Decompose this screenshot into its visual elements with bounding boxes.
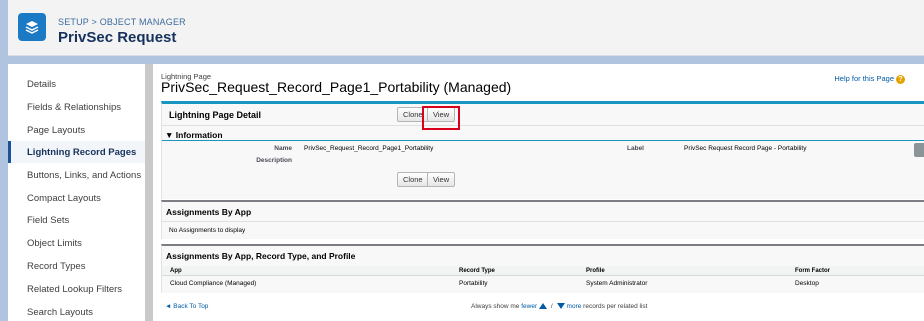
name-label: Name [274, 145, 292, 152]
setup-header: SETUP > OBJECT MANAGER PrivSec Request [8, 0, 924, 56]
information-divider [162, 140, 924, 141]
sidebar-item-object-limits[interactable]: Object Limits [8, 232, 145, 254]
help-link-label[interactable]: Help for this Page [834, 74, 894, 83]
section-divider [162, 221, 924, 222]
view-button-highlight [422, 106, 460, 130]
assignments-full-title: Assignments By App, Record Type, and Pro… [166, 251, 356, 261]
arrow-up-icon[interactable] [539, 303, 548, 310]
sidebar-item-fields-relationships[interactable]: Fields & Relationships [8, 96, 145, 118]
back-to-top-link[interactable]: ◄ Back To Top [165, 303, 208, 310]
object-title: PrivSec Request [58, 29, 177, 46]
back-arrow-icon: ◄ [165, 303, 174, 310]
page-title: PrivSec_Request_Record_Page1_Portability… [161, 79, 512, 95]
sidebar-item-related-lookup-filters[interactable]: Related Lookup Filters [8, 278, 145, 300]
description-label: Description [256, 157, 292, 164]
assignments-by-app-title: Assignments By App [166, 207, 252, 217]
assignments-full-section: Assignments By App, Record Type, and Pro… [161, 244, 924, 293]
detail-title: Lightning Page Detail [169, 110, 262, 120]
sidebar-item-field-sets[interactable]: Field Sets [8, 209, 145, 231]
column-header-app: App [170, 268, 182, 274]
sidebar-item-compact-layouts[interactable]: Compact Layouts [8, 187, 145, 209]
sidebar-item-search-layouts[interactable]: Search Layouts [8, 301, 145, 321]
layers-icon [18, 13, 46, 41]
arrow-down-icon[interactable] [556, 303, 565, 310]
column-header-profile: Profile [586, 268, 605, 274]
records-per-list-text: records per related list [583, 303, 648, 310]
cell-form-factor: Desktop [795, 280, 819, 287]
cell-app: Cloud Compliance (Managed) [170, 280, 257, 287]
column-header-record-type: Record Type [459, 268, 495, 274]
main-content: Lightning Page PrivSec_Request_Record_Pa… [153, 64, 924, 321]
sidebar-item-page-layouts[interactable]: Page Layouts [8, 119, 145, 141]
view-button-bottom[interactable]: View [427, 172, 456, 187]
detail-header: Lightning Page Detail Clone View [162, 104, 924, 130]
table-header: App Record Type Profile Form Factor [162, 266, 924, 276]
object-manager-sidebar: Details Fields & Relationships Page Layo… [8, 64, 145, 321]
information-label[interactable]: Information [176, 130, 223, 140]
always-show-text: Always show me [471, 303, 520, 310]
side-collapse-tab[interactable] [914, 143, 924, 157]
column-header-form-factor: Form Factor [795, 268, 831, 274]
label-value: PrivSec Request Record Page - Portabilit… [684, 145, 807, 152]
sidebar-item-record-types[interactable]: Record Types [8, 255, 145, 277]
more-link[interactable]: more [567, 303, 582, 310]
sidebar-scrollbar[interactable] [145, 64, 153, 321]
cell-profile: System Administrator [586, 280, 648, 287]
records-per-list-control: Always show me fewer / more records per … [471, 303, 648, 310]
sidebar-item-buttons-links-actions[interactable]: Buttons, Links, and Actions [8, 164, 145, 186]
cell-record-type: Portability [459, 280, 488, 287]
sidebar-item-details[interactable]: Details [8, 73, 145, 95]
fewer-link[interactable]: fewer [521, 303, 537, 310]
help-icon[interactable]: ? [896, 74, 905, 84]
label-label: Label [627, 145, 644, 152]
information-header[interactable]: ▼ Information [162, 130, 924, 140]
clone-button-bottom[interactable]: Clone [397, 172, 429, 187]
assignments-by-app-section: Assignments By App No Assignments to dis… [161, 200, 924, 239]
back-to-top-label[interactable]: Back To Top [173, 303, 208, 310]
help-link[interactable]: Help for this Page? [834, 74, 905, 84]
sidebar-item-lightning-record-pages[interactable]: Lightning Record Pages [8, 141, 145, 163]
breadcrumb[interactable]: SETUP > OBJECT MANAGER [58, 17, 186, 27]
lightning-page-detail-section: Lightning Page Detail Clone View ▼ Infor… [161, 101, 924, 199]
no-assignments-text: No Assignments to display [169, 227, 246, 234]
name-value: PrivSec_Request_Record_Page1_Portability [304, 145, 434, 152]
collapse-triangle-icon[interactable]: ▼ [165, 130, 176, 140]
